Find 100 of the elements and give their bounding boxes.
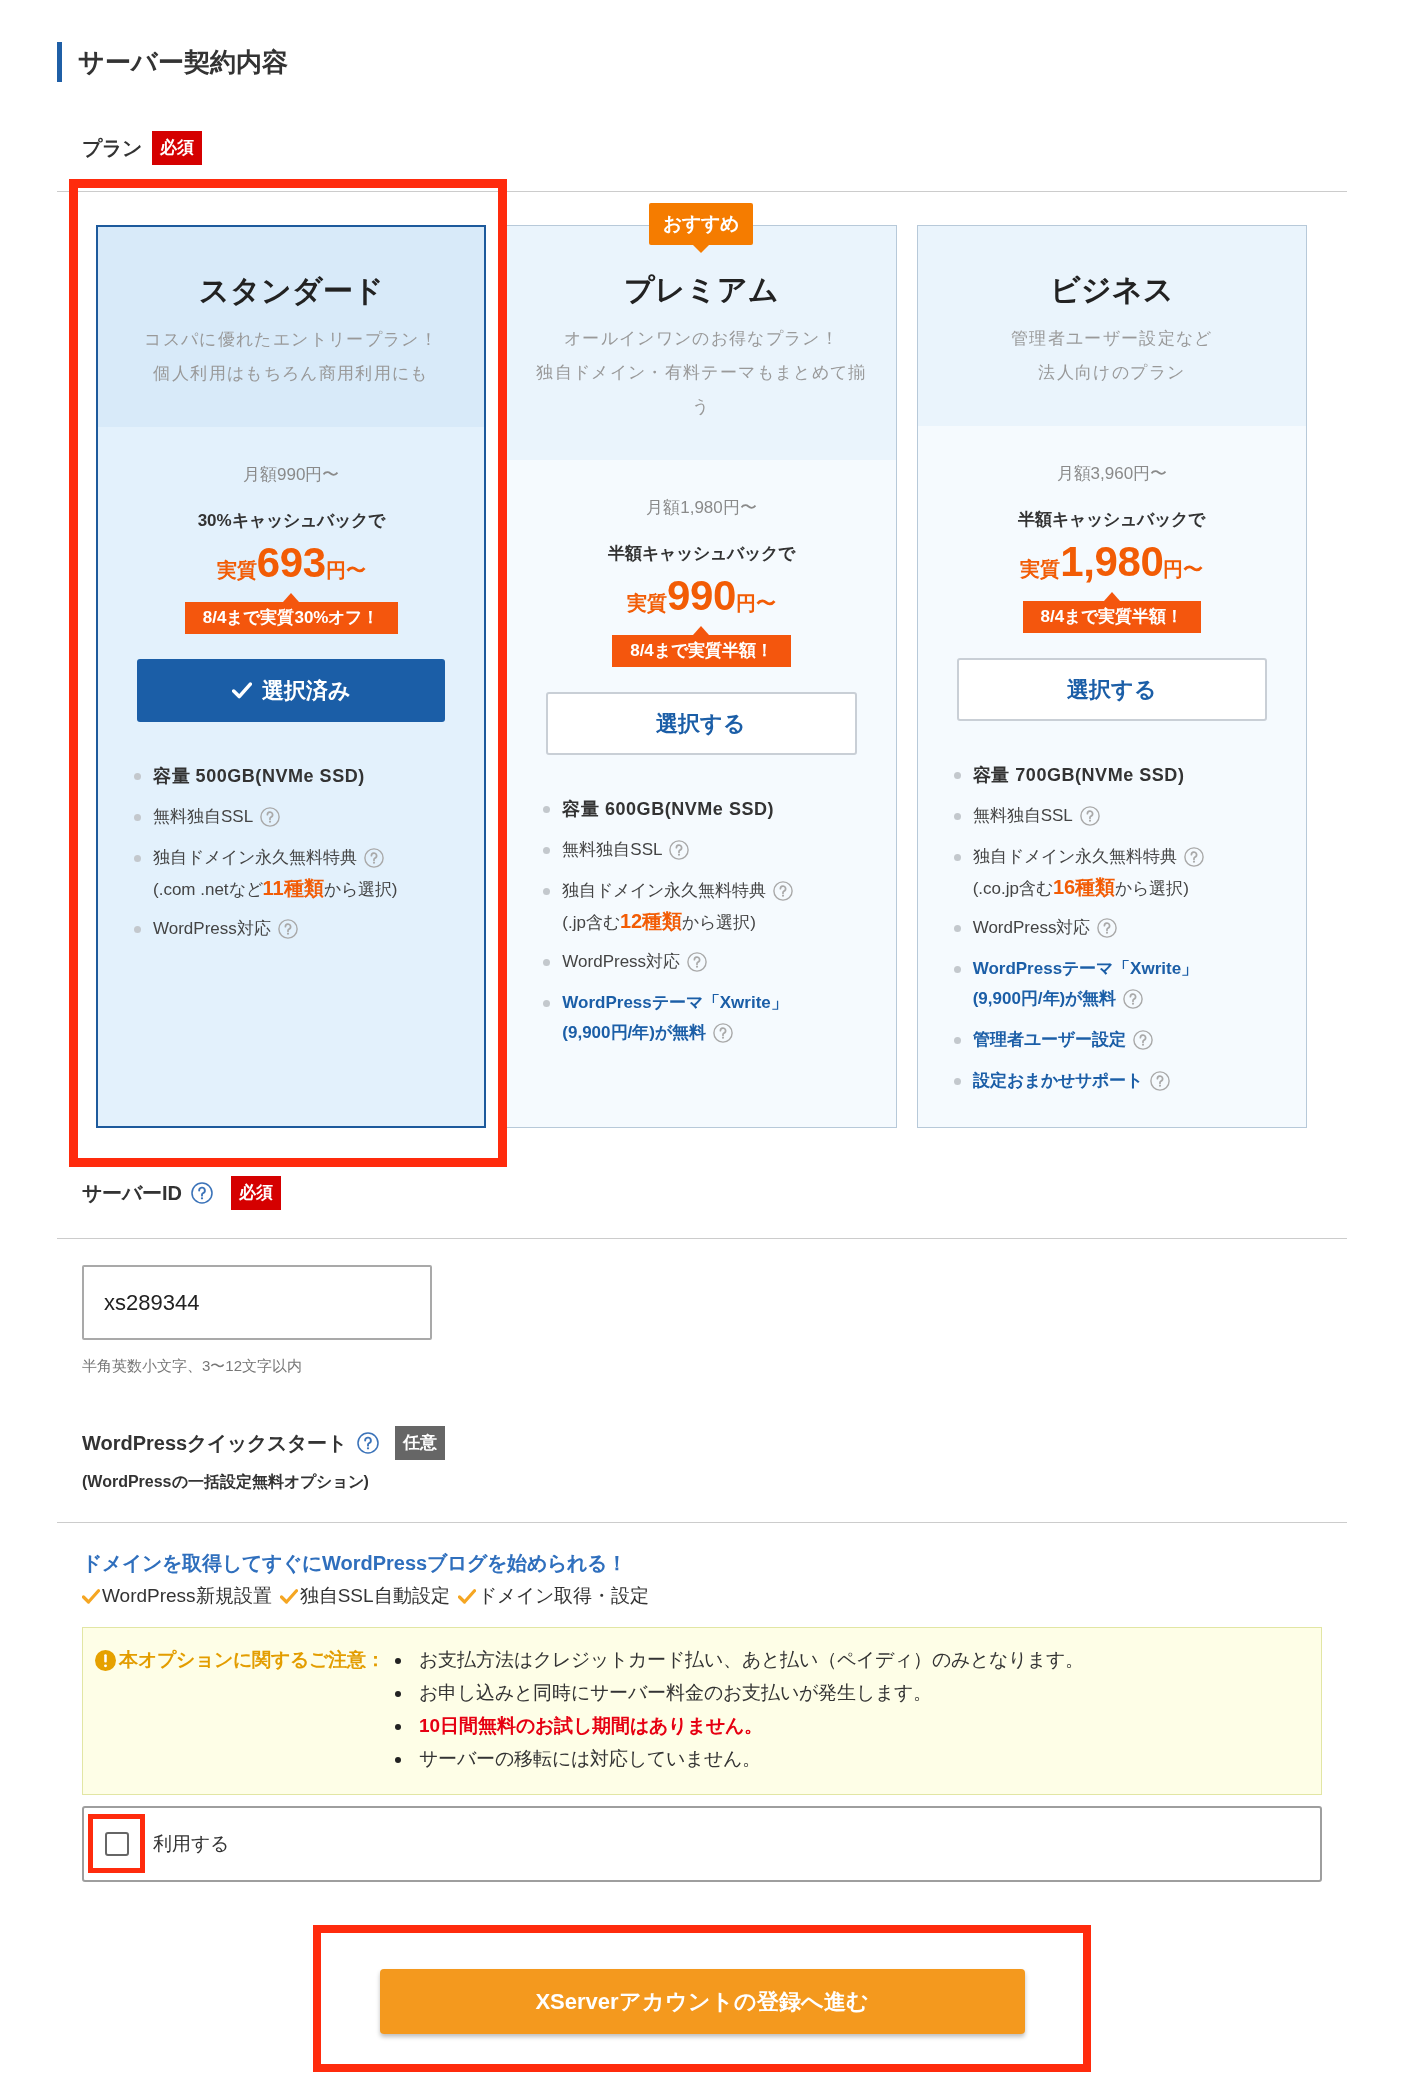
feature-text: WordPress対応 [972,917,1091,940]
help-icon[interactable] [1079,806,1100,826]
option-feature-text: WordPress新規設置 [102,1583,272,1608]
notice-text: サーバーの移転には対応していません。 [419,1747,761,1772]
bullet-icon [543,887,551,895]
plan-name: ビジネス [1049,272,1174,308]
bullet-icon [543,999,551,1007]
bullet-icon [395,1657,401,1664]
bullet-icon [395,1756,401,1763]
feature-text: 無料独自SSL [153,806,254,829]
feature-text: WordPressテーマ「Xwrite」 [972,958,1199,981]
feature-text: 独自ドメイン永久無料特典 [972,846,1177,869]
select-button[interactable]: 選択する [546,692,857,755]
server-id-field[interactable]: xs289344 [82,1265,432,1340]
feature-text: 設定おまかせサポート [972,1070,1143,1093]
section-title: サーバー契約内容 [78,45,288,79]
select-button[interactable]: 選択済み [137,659,446,722]
feature-text: WordPress対応 [153,918,271,941]
notice-title: 本オプションに関するご注意： [119,1648,385,1673]
feature-text: WordPressテーマ「Xwrite」 [562,992,788,1015]
accent-bar [57,42,62,82]
help-icon[interactable] [1149,1071,1170,1091]
cashback-text: 半額キャッシュバックで [1018,509,1206,531]
check-icon [82,1588,100,1604]
field-sublabel: (WordPressの一括設定無料オプション) [82,1472,369,1492]
monthly-price: 月額3,960円〜 [1056,463,1168,485]
bullet-icon [543,846,551,854]
monthly-price: 月額1,980円〜 [646,497,757,519]
bullet-icon [953,924,961,932]
plan-card[interactable]: ビジネス 管理者ユーザー設定など 法人向けのプラン 月額3,960円〜 半額キャッシュバックで 実質1,980円〜 8/4まで実質半額！ 選択する 容量 700GB(NVMe SSD) 無料独自SSL 独自ドメイン永久無料特典 (.co.jp含む16種類から選択) WordPress対応 WordPressテーマ「Xwrite」 (9,900円/年)が無料 管理者ユーザー設定 設定おまかせサポート [916,225,1307,1128]
help-icon[interactable] [364,848,384,868]
bullet-icon [953,1036,961,1044]
help-icon[interactable] [1097,918,1118,938]
bullet-icon [395,1723,401,1730]
help-icon[interactable] [357,1432,380,1454]
feature-text: (.co.jp含む16種類から選択) [972,875,1189,900]
bullet-icon [953,812,961,820]
plan-card[interactable]: スタンダード コスパに優れたエントリープラン！ 個人利用はもちろん商用利用にも 月額990円〜 30%キャッシュバックで 実質693円〜 8/4まで実質30%オフ！ 選択済み 容量 500GB(NVMe SSD) 無料独自SSL 独自ドメイン永久無料特典 (.com .netなど11種類から選択) WordPress対応 [96,225,487,1128]
bullet-icon [543,958,551,966]
field-label: WordPressクイックスタート [82,1431,348,1456]
capacity-text: 容量 600GB(NVMe SSD) [562,797,775,821]
exclamation-icon [95,1650,116,1671]
feature-text: (.jp含む12種類から選択) [562,909,756,934]
help-icon[interactable] [1123,989,1144,1009]
plan-description: 管理者ユーザー設定など [1010,328,1213,350]
feature-text: WordPress対応 [562,951,681,974]
optional-badge: 任意 [395,1426,446,1460]
option-feature-text: ドメイン取得・設定 [477,1583,649,1608]
feature-text: (9,900円/年)が無料 [972,988,1117,1011]
required-badge: 必須 [152,130,202,165]
help-icon[interactable] [712,1023,733,1043]
help-icon[interactable] [687,952,708,972]
cashback-text: 30%キャッシュバックで [197,510,385,532]
field-label: プラン [82,135,142,161]
check-icon [231,682,252,699]
notice-text: 10日間無料のお試し期間はありません。 [419,1714,764,1739]
price-text: 実質990円〜 [627,574,776,618]
plan-name: プレミアム [624,272,779,308]
bullet-icon [395,1690,401,1697]
cashback-text: 半額キャッシュバックで [608,543,795,565]
notice-text: お申し込みと同時にサーバー料金のお支払いが発生します。 [419,1681,932,1706]
help-icon[interactable] [669,840,690,860]
promo-headline: ドメインを取得してすぐにWordPressブログを始められる！ [82,1551,628,1576]
feature-text: (.com .netなど11種類から選択) [153,876,398,901]
check-icon [279,1588,298,1604]
plan-description: 個人利用はもちろん商用利用にも [153,363,429,385]
plan-name: スタンダード [198,273,384,309]
help-icon[interactable] [1183,847,1204,867]
bullet-icon [953,853,961,861]
bullet-icon [953,771,961,779]
field-label: サーバーID [82,1180,182,1206]
hint-text: 半角英数小文字、3〜12文字以内 [82,1356,303,1376]
bullet-icon [134,925,141,933]
monthly-price: 月額990円〜 [242,464,340,486]
help-icon[interactable] [277,919,298,939]
bullet-icon [953,1077,961,1085]
plan-description: 独自ドメイン・有料テーマもまとめて揃う [535,362,868,418]
feature-text: (9,900円/年)が無料 [562,1022,706,1045]
plan-description: 法人向けのプラン [1038,362,1186,384]
bullet-icon [134,854,141,862]
feature-text: 無料独自SSL [972,805,1073,828]
option-feature-text: 独自SSL自動設定 [299,1583,450,1608]
bullet-icon [134,813,141,821]
price-text: 実質1,980円〜 [1020,540,1204,584]
notice-text: お支払方法はクレジットカード払い、あと払い（ペイディ）のみとなります。 [419,1648,1084,1673]
feature-text: 管理者ユーザー設定 [972,1029,1126,1052]
select-button[interactable]: 選択する [956,658,1267,721]
feature-text: 独自ドメイン永久無料特典 [153,847,357,870]
feature-text: 無料独自SSL [562,839,663,862]
bullet-icon [543,805,551,813]
help-icon[interactable] [1132,1030,1153,1050]
capacity-text: 容量 500GB(NVMe SSD) [153,764,365,788]
bullet-icon [953,965,961,973]
help-icon[interactable] [191,1181,213,1204]
feature-text: 独自ドメイン永久無料特典 [562,880,767,903]
capacity-text: 容量 700GB(NVMe SSD) [972,763,1185,787]
help-icon[interactable] [773,881,794,901]
checkbox[interactable] [105,1832,129,1856]
help-icon[interactable] [260,807,281,827]
plan-description: オールインワンのお得なプラン！ [563,328,840,350]
